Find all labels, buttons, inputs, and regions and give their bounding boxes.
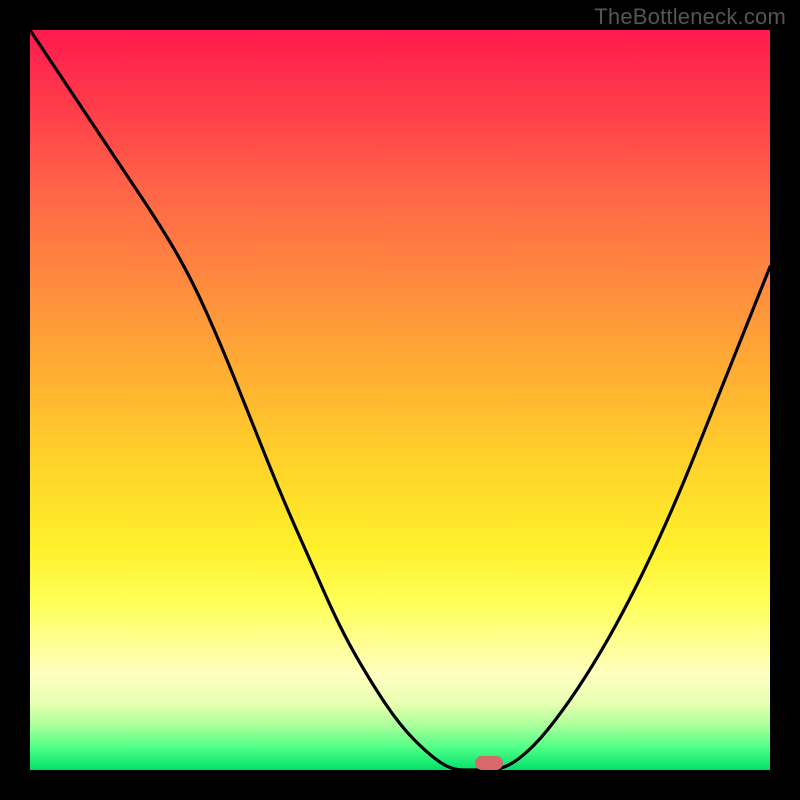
bottleneck-curve bbox=[30, 30, 770, 770]
chart-frame: TheBottleneck.com bbox=[0, 0, 800, 800]
optimal-marker bbox=[475, 756, 503, 770]
plot-area bbox=[30, 30, 770, 770]
curve-svg bbox=[30, 30, 770, 770]
watermark-text: TheBottleneck.com bbox=[594, 4, 786, 30]
